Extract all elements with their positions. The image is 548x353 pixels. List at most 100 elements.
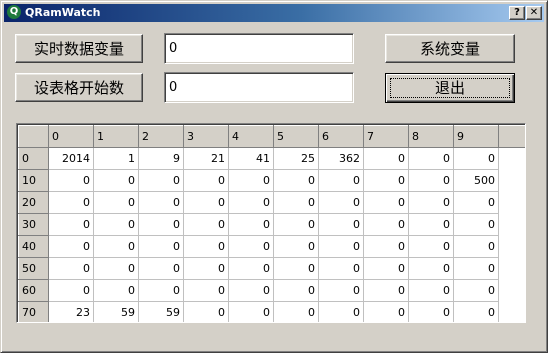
grid-cell[interactable]: 0 [318,235,364,258]
grid-cell[interactable]: 0 [363,147,409,170]
grid-cell[interactable]: 0 [273,169,319,192]
grid-cell[interactable]: 0 [363,257,409,280]
grid-cell[interactable]: 0 [318,213,364,236]
grid-cell[interactable]: 0 [138,169,184,192]
grid-cell[interactable]: 0 [93,191,139,214]
grid-cell[interactable]: 0 [138,257,184,280]
grid-cell[interactable]: 0 [318,169,364,192]
grid-cell[interactable]: 0 [273,257,319,280]
grid-cell[interactable]: 0 [228,169,274,192]
grid-cell[interactable]: 0 [453,213,499,236]
column-header[interactable]: 3 [183,125,229,148]
row-header[interactable]: 50 [18,257,49,280]
row-header[interactable]: 70 [18,301,49,322]
realtime-data-variable-button[interactable]: 实时数据变量 [15,34,143,63]
column-header[interactable]: 9 [453,125,499,148]
grid-cell[interactable]: 0 [183,213,229,236]
table-start-index-field[interactable] [164,72,354,103]
row-header[interactable]: 20 [18,191,49,214]
column-header[interactable]: 7 [363,125,409,148]
grid-cell[interactable]: 0 [183,191,229,214]
grid-cell[interactable]: 0 [228,257,274,280]
grid-cell[interactable]: 0 [453,235,499,258]
grid-cell[interactable]: 0 [138,213,184,236]
column-header[interactable]: 1 [93,125,139,148]
title-bar[interactable]: Q QRamWatch ? ✕ [4,4,544,22]
row-header[interactable]: 60 [18,279,49,302]
grid-cell[interactable]: 0 [48,213,94,236]
grid-cell[interactable]: 0 [408,257,454,280]
grid-cell[interactable]: 1 [93,147,139,170]
grid-cell[interactable]: 0 [48,235,94,258]
grid-cell[interactable]: 0 [273,213,319,236]
grid-cell[interactable]: 25 [273,147,319,170]
grid-cell[interactable]: 0 [453,301,499,322]
grid-corner[interactable] [18,125,49,148]
grid-cell[interactable]: 0 [408,147,454,170]
column-header[interactable]: 5 [273,125,319,148]
grid-cell[interactable]: 59 [93,301,139,322]
column-header[interactable]: 8 [408,125,454,148]
column-header[interactable]: 6 [318,125,364,148]
help-button[interactable]: ? [509,6,525,20]
grid-cell[interactable]: 0 [408,213,454,236]
column-header[interactable]: 0 [48,125,94,148]
grid-cell[interactable]: 0 [228,301,274,322]
grid-cell[interactable]: 0 [273,301,319,322]
set-table-start-button[interactable]: 设表格开始数 [15,73,143,102]
grid-cell[interactable]: 0 [228,235,274,258]
grid-cell[interactable]: 0 [363,301,409,322]
grid-cell[interactable]: 0 [363,169,409,192]
grid-cell[interactable]: 0 [228,279,274,302]
grid-cell[interactable]: 0 [318,257,364,280]
row-header[interactable]: 40 [18,235,49,258]
grid-cell[interactable]: 0 [453,279,499,302]
grid-cell[interactable]: 0 [93,235,139,258]
grid-cell[interactable]: 2014 [48,147,94,170]
grid-cell[interactable]: 0 [408,235,454,258]
grid-cell[interactable]: 0 [183,169,229,192]
row-header[interactable]: 0 [18,147,49,170]
realtime-data-variable-field[interactable] [164,33,354,64]
grid-cell[interactable]: 362 [318,147,364,170]
grid-cell[interactable]: 0 [138,191,184,214]
grid-cell[interactable]: 0 [48,169,94,192]
row-header[interactable]: 30 [18,213,49,236]
grid-cell[interactable]: 0 [363,213,409,236]
grid-cell[interactable]: 0 [273,191,319,214]
grid-cell[interactable]: 59 [138,301,184,322]
grid-cell[interactable]: 0 [318,279,364,302]
grid-cell[interactable]: 500 [453,169,499,192]
grid-cell[interactable]: 0 [453,257,499,280]
grid-cell[interactable]: 0 [408,301,454,322]
grid-cell[interactable]: 0 [183,279,229,302]
grid-cell[interactable]: 0 [48,257,94,280]
grid-cell[interactable]: 0 [183,257,229,280]
grid-cell[interactable]: 0 [453,191,499,214]
grid-cell[interactable]: 0 [318,191,364,214]
grid-cell[interactable]: 0 [48,279,94,302]
grid-cell[interactable]: 21 [183,147,229,170]
close-button[interactable]: ✕ [526,6,542,20]
grid-cell[interactable]: 0 [93,169,139,192]
grid-cell[interactable]: 23 [48,301,94,322]
grid-cell[interactable]: 0 [273,279,319,302]
grid-cell[interactable]: 0 [93,257,139,280]
grid-cell[interactable]: 0 [363,279,409,302]
grid-cell[interactable]: 0 [138,279,184,302]
grid-cell[interactable]: 0 [93,279,139,302]
exit-button[interactable]: 退出 [385,73,515,103]
grid-cell[interactable]: 0 [183,301,229,322]
grid-cell[interactable]: 0 [138,235,184,258]
grid-cell[interactable]: 0 [408,279,454,302]
grid-cell[interactable]: 0 [273,235,319,258]
column-header[interactable]: 4 [228,125,274,148]
grid-cell[interactable]: 0 [48,191,94,214]
column-header[interactable]: 2 [138,125,184,148]
grid-cell[interactable]: 0 [363,235,409,258]
grid-cell[interactable]: 0 [363,191,409,214]
grid-cell[interactable]: 0 [408,169,454,192]
grid-cell[interactable]: 0 [93,213,139,236]
system-variables-button[interactable]: 系统变量 [385,34,515,63]
grid-cell[interactable]: 0 [408,191,454,214]
